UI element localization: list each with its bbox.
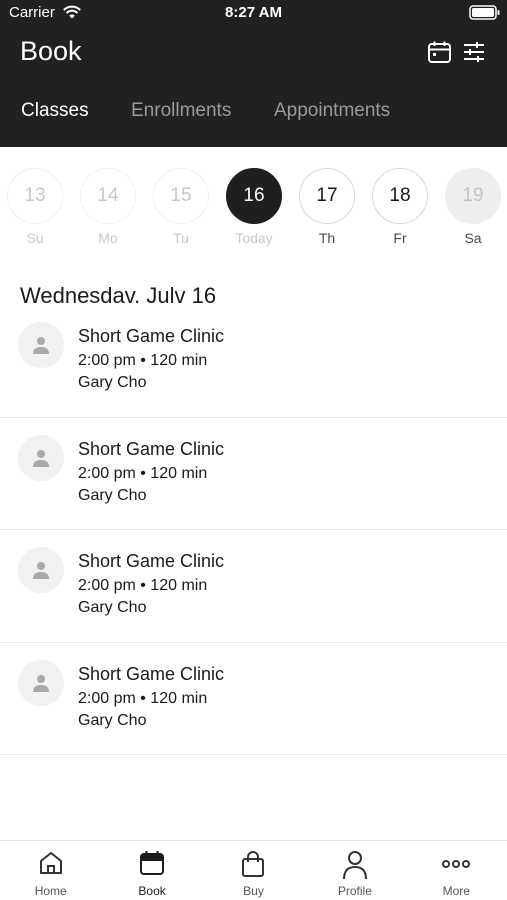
day-label: Th: [318, 230, 336, 246]
instructor-avatar: [18, 659, 64, 706]
filter-icon[interactable]: [462, 40, 486, 69]
day-13[interactable]: 13 Su: [6, 168, 64, 246]
class-instructor: Gary Cho: [78, 711, 147, 729]
date-strip: 13 Su 14 Mo 15 Tu 16 Today 17 Th 18 Fr 1…: [0, 168, 507, 252]
status-time: 8:27 AM: [225, 4, 282, 21]
page-title: Book: [20, 36, 82, 66]
day-19[interactable]: 19 Sa: [444, 168, 502, 246]
class-card[interactable]: Short Game Clinic 2:00 pm • 120 min Gary…: [0, 418, 507, 530]
day-number: 15: [153, 168, 209, 224]
class-name: Short Game Clinic: [78, 551, 225, 571]
day-number: 13: [7, 168, 63, 224]
class-time: 2:00 pm • 120 min: [78, 352, 208, 369]
nav-label: Home: [34, 884, 67, 898]
home-icon: [38, 850, 64, 881]
bottom-nav: Home Book Buy Profile More: [0, 840, 507, 900]
day-15[interactable]: 15 Tu: [152, 168, 210, 246]
nav-label: Buy: [243, 884, 264, 898]
class-instructor: Gary Cho: [78, 374, 147, 391]
tab-bar: Classes Enrollments Appointments: [0, 100, 507, 132]
day-label: Mo: [98, 230, 118, 246]
class-card[interactable]: Short Game Clinic 2:00 pm • 120 min Gary…: [0, 643, 507, 755]
class-card[interactable]: Short Game Clinic 2:00 pm • 120 min Gary…: [0, 530, 507, 643]
nav-book[interactable]: Book: [101, 841, 202, 900]
status-bar: Carrier 8:27 AM: [0, 0, 507, 26]
day-number: 16: [226, 168, 282, 224]
day-14[interactable]: 14 Mo: [79, 168, 137, 246]
person-icon: [342, 850, 368, 885]
day-number: 18: [372, 168, 428, 224]
nav-label: Book: [138, 884, 166, 898]
tab-classes[interactable]: Classes: [21, 100, 89, 122]
battery-icon: [469, 5, 501, 26]
person-icon: [33, 449, 49, 467]
calendar-icon: [139, 850, 165, 881]
day-label: Su: [26, 230, 44, 246]
instructor-avatar: [18, 547, 64, 593]
day-number: 14: [80, 168, 136, 224]
nav-home[interactable]: Home: [0, 841, 101, 900]
day-18[interactable]: 18 Fr: [371, 168, 429, 246]
nav-buy[interactable]: Buy: [203, 841, 304, 900]
day-16[interactable]: 16 Today: [225, 168, 283, 246]
shopping-bag-icon: [240, 850, 266, 883]
class-instructor: Gary Cho: [78, 599, 147, 616]
nav-label: Profile: [337, 884, 372, 898]
day-label: Tu: [173, 230, 189, 246]
class-instructor: Gary Cho: [78, 486, 147, 504]
person-icon: [33, 337, 49, 354]
day-number: 17: [299, 168, 355, 224]
tab-enrollments[interactable]: Enrollments: [131, 100, 231, 122]
day-label: Fr: [393, 230, 407, 246]
day-label: Sa: [464, 230, 482, 246]
day-label: Today: [235, 230, 273, 246]
class-time: 2:00 pm • 120 min: [78, 689, 208, 707]
instructor-avatar: [18, 434, 64, 481]
app-header: Carrier 8:27 AM Book Classes Enrollments…: [0, 0, 507, 147]
nav-label: More: [442, 884, 470, 898]
class-list: Short Game Clinic 2:00 pm • 120 min Gary…: [0, 305, 507, 755]
instructor-avatar: [18, 322, 64, 368]
class-card[interactable]: Short Game Clinic 2:00 pm • 120 min Gary…: [0, 305, 507, 418]
day-number: 19: [445, 168, 501, 224]
person-icon: [33, 562, 49, 579]
more-dots-icon: [441, 850, 471, 881]
class-name: Short Game Clinic: [78, 663, 225, 684]
nav-profile[interactable]: Profile: [304, 841, 405, 900]
nav-more[interactable]: More: [406, 841, 507, 900]
tab-appointments[interactable]: Appointments: [274, 100, 390, 122]
class-name: Short Game Clinic: [78, 438, 225, 459]
class-name: Short Game Clinic: [78, 326, 225, 346]
person-icon: [33, 674, 49, 692]
day-17[interactable]: 17 Th: [298, 168, 356, 246]
class-time: 2:00 pm • 120 min: [78, 464, 208, 482]
class-time: 2:00 pm • 120 min: [78, 577, 208, 594]
calendar-icon[interactable]: [427, 40, 452, 69]
